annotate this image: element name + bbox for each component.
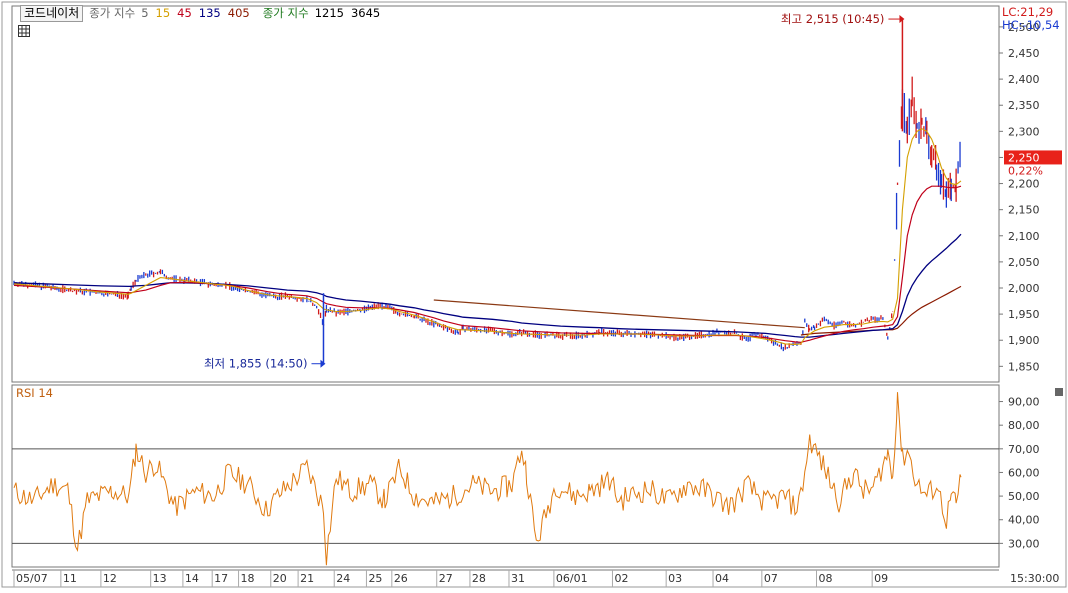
- current-change-value: 0,22%: [1008, 164, 1043, 177]
- x-tick-label: 05/07: [16, 572, 48, 585]
- rsi-tick-label: 40,00: [1008, 514, 1040, 527]
- ma-period-45: 45: [177, 6, 192, 20]
- stock-code-button[interactable]: 코드네이처: [20, 4, 84, 22]
- hc-value: HC:-10,54: [1002, 18, 1060, 32]
- x-tick-label: 20: [273, 572, 287, 585]
- price-tick-label: 1,900: [1008, 334, 1040, 347]
- price-tick-label: 2,000: [1008, 282, 1040, 295]
- price-tick-label: 2,200: [1008, 178, 1040, 191]
- ma-period-3645: 3645: [350, 6, 381, 20]
- x-tick-label: 09: [874, 572, 888, 585]
- price-tick-label: 1,850: [1008, 360, 1040, 373]
- x-tick-label: 27: [439, 572, 453, 585]
- x-tick-label: 03: [668, 572, 682, 585]
- x-tick-label: 26: [394, 572, 408, 585]
- x-tick-label: 28: [472, 572, 486, 585]
- price-tick-label: 2,050: [1008, 256, 1040, 269]
- rsi-tick-label: 30,00: [1008, 537, 1040, 550]
- low-annotation: 최저 1,855 (14:50): [204, 357, 308, 371]
- x-tick-label: 04: [715, 572, 729, 585]
- price-ma-periods: 5 15 45 135 405: [141, 6, 257, 20]
- lc-value: LC:21,29: [1002, 5, 1053, 19]
- ma-period-15: 15: [155, 6, 171, 20]
- rsi-label: RSI 14: [16, 386, 53, 400]
- ma-period-135: 135: [198, 6, 221, 20]
- rsi-tick-label: 80,00: [1008, 419, 1040, 432]
- rsi-tick-label: 60,00: [1008, 466, 1040, 479]
- x-tick-label: 07: [764, 572, 778, 585]
- x-tick-label: 25: [368, 572, 382, 585]
- vol-ma-label: 종가 지수: [262, 6, 309, 20]
- price-ma-label: 종가 지수: [89, 6, 136, 20]
- rsi-tick-label: 70,00: [1008, 443, 1040, 456]
- rsi-tick-label: 90,00: [1008, 396, 1040, 409]
- x-tick-label: 08: [819, 572, 833, 585]
- x-tick-label: 14: [185, 572, 199, 585]
- time-label: 15:30:00: [1010, 572, 1059, 585]
- x-tick-label: 18: [241, 572, 255, 585]
- x-tick-label: 24: [336, 572, 350, 585]
- chart-canvas[interactable]: 2,5002,4502,4002,3502,3002,2502,2002,150…: [0, 0, 1068, 589]
- stock-chart-window: 2,5002,4502,4002,3502,3002,2502,2002,150…: [0, 0, 1068, 589]
- table-grid-icon[interactable]: [18, 25, 30, 37]
- price-tick-label: 2,150: [1008, 204, 1040, 217]
- x-tick-label: 06/01: [556, 572, 588, 585]
- x-tick-label: 31: [511, 572, 525, 585]
- ma-period-1215: 1215: [314, 6, 344, 20]
- x-tick-label: 12: [103, 572, 117, 585]
- x-tick-label: 02: [614, 572, 628, 585]
- price-tick-label: 2,400: [1008, 73, 1040, 86]
- x-tick-label: 21: [300, 572, 314, 585]
- legend-bar: 코드네이처 종가 지수 5 15 45 135 405 종가 지수 1215 3645: [20, 4, 393, 22]
- high-annotation: 최고 2,515 (10:45): [781, 12, 885, 26]
- price-tick-label: 2,450: [1008, 47, 1040, 60]
- price-tick-label: 1,950: [1008, 308, 1040, 321]
- ma-period-405: 405: [227, 6, 250, 20]
- price-tick-label: 2,350: [1008, 99, 1040, 112]
- rsi-tick-label: 50,00: [1008, 490, 1040, 503]
- current-price-value: 2,250: [1008, 151, 1040, 164]
- rsi-panel-toggle-icon: [1055, 388, 1063, 396]
- price-panel-frame: [11, 5, 1000, 383]
- vol-ma-periods: 1215 3645: [315, 6, 388, 20]
- price-tick-label: 2,300: [1008, 125, 1040, 138]
- x-tick-label: 11: [63, 572, 77, 585]
- ma-period-5: 5: [141, 6, 149, 20]
- x-tick-label: 13: [153, 572, 167, 585]
- price-tick-label: 2,100: [1008, 230, 1040, 243]
- x-tick-label: 17: [214, 572, 228, 585]
